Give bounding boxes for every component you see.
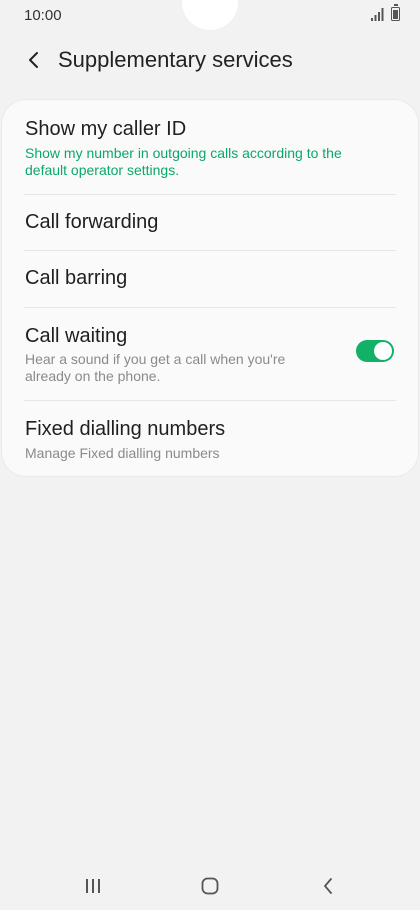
setting-title: Call forwarding <box>25 211 159 233</box>
setting-subtitle: Manage Fixed dialling numbers <box>25 445 220 461</box>
recents-icon <box>86 879 100 893</box>
setting-title: Call barring <box>25 267 128 289</box>
navigation-bar <box>0 862 420 910</box>
settings-list: Show my caller ID Show my number in outg… <box>2 100 418 476</box>
battery-icon <box>391 4 400 21</box>
setting-title: Fixed dialling numbers <box>25 418 226 440</box>
home-button[interactable] <box>195 874 225 898</box>
chevron-left-icon <box>29 52 38 68</box>
status-bar: 10:00 <box>0 0 420 32</box>
nav-back-button[interactable] <box>313 874 343 898</box>
recents-button[interactable] <box>78 874 108 898</box>
setting-subtitle: Hear a sound if you get a call when you'… <box>25 351 286 384</box>
page-title: Supplementary services <box>58 47 293 72</box>
app-bar: Supplementary services <box>0 36 420 84</box>
toggle-knob <box>374 342 392 360</box>
setting-title: Show my caller ID <box>25 118 187 140</box>
back-button[interactable] <box>18 44 50 76</box>
call-waiting-toggle[interactable] <box>356 340 394 362</box>
setting-call-waiting[interactable]: Call waiting Hear a sound if you get a c… <box>2 308 418 400</box>
back-icon <box>324 878 332 894</box>
setting-subtitle: Show my number in outgoing calls accordi… <box>25 145 342 178</box>
camera-notch <box>182 0 238 30</box>
signal-icon <box>371 8 384 21</box>
setting-fixed-dialling-numbers[interactable]: Fixed dialling numbers Manage Fixed dial… <box>2 401 418 476</box>
home-icon <box>201 877 219 895</box>
setting-title: Call waiting <box>25 325 128 347</box>
setting-call-barring[interactable]: Call barring <box>2 251 418 307</box>
setting-call-forwarding[interactable]: Call forwarding <box>2 195 418 250</box>
status-icons <box>371 4 400 21</box>
status-time: 10:00 <box>24 7 62 24</box>
setting-show-caller-id[interactable]: Show my caller ID Show my number in outg… <box>2 100 418 194</box>
